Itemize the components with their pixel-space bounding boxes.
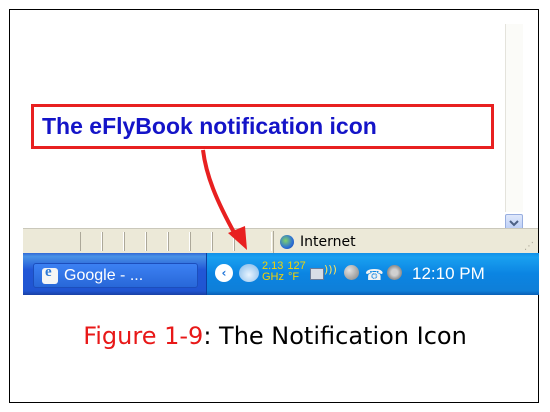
figure-caption-text: : The Notification Icon [203, 322, 467, 350]
callout-arrow [201, 149, 247, 250]
figure-caption: Figure 1-9: The Notification Icon [0, 322, 550, 350]
figure-label: Figure 1-9 [83, 322, 204, 350]
